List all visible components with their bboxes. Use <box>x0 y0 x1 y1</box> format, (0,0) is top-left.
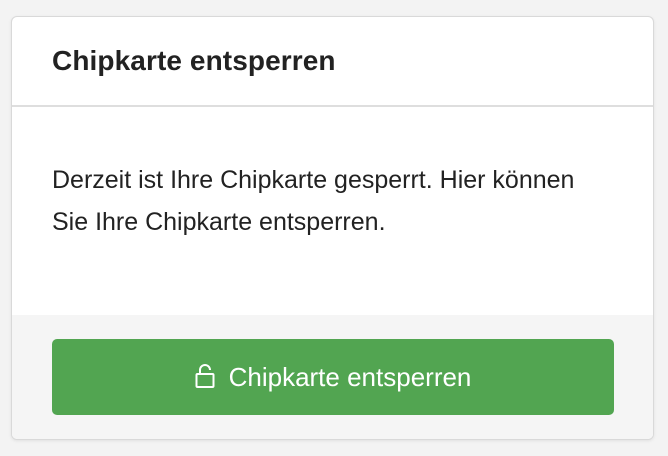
unlock-chipcard-button-label: Chipkarte entsperren <box>228 361 472 392</box>
card-body: Derzeit ist Ihre Chipkarte gesperrt. Hie… <box>12 107 653 317</box>
card-description: Derzeit ist Ihre Chipkarte gesperrt. Hie… <box>52 166 575 236</box>
card-header: Chipkarte entsperren <box>12 17 653 107</box>
unlock-chipcard-button[interactable]: Chipkarte entsperren <box>52 339 614 415</box>
unlock-card: Chipkarte entsperren Derzeit ist Ihre Ch… <box>11 16 654 440</box>
unlock-icon <box>195 363 215 389</box>
card-title: Chipkarte entsperren <box>52 45 336 76</box>
card-footer: Chipkarte entsperren <box>12 315 653 439</box>
